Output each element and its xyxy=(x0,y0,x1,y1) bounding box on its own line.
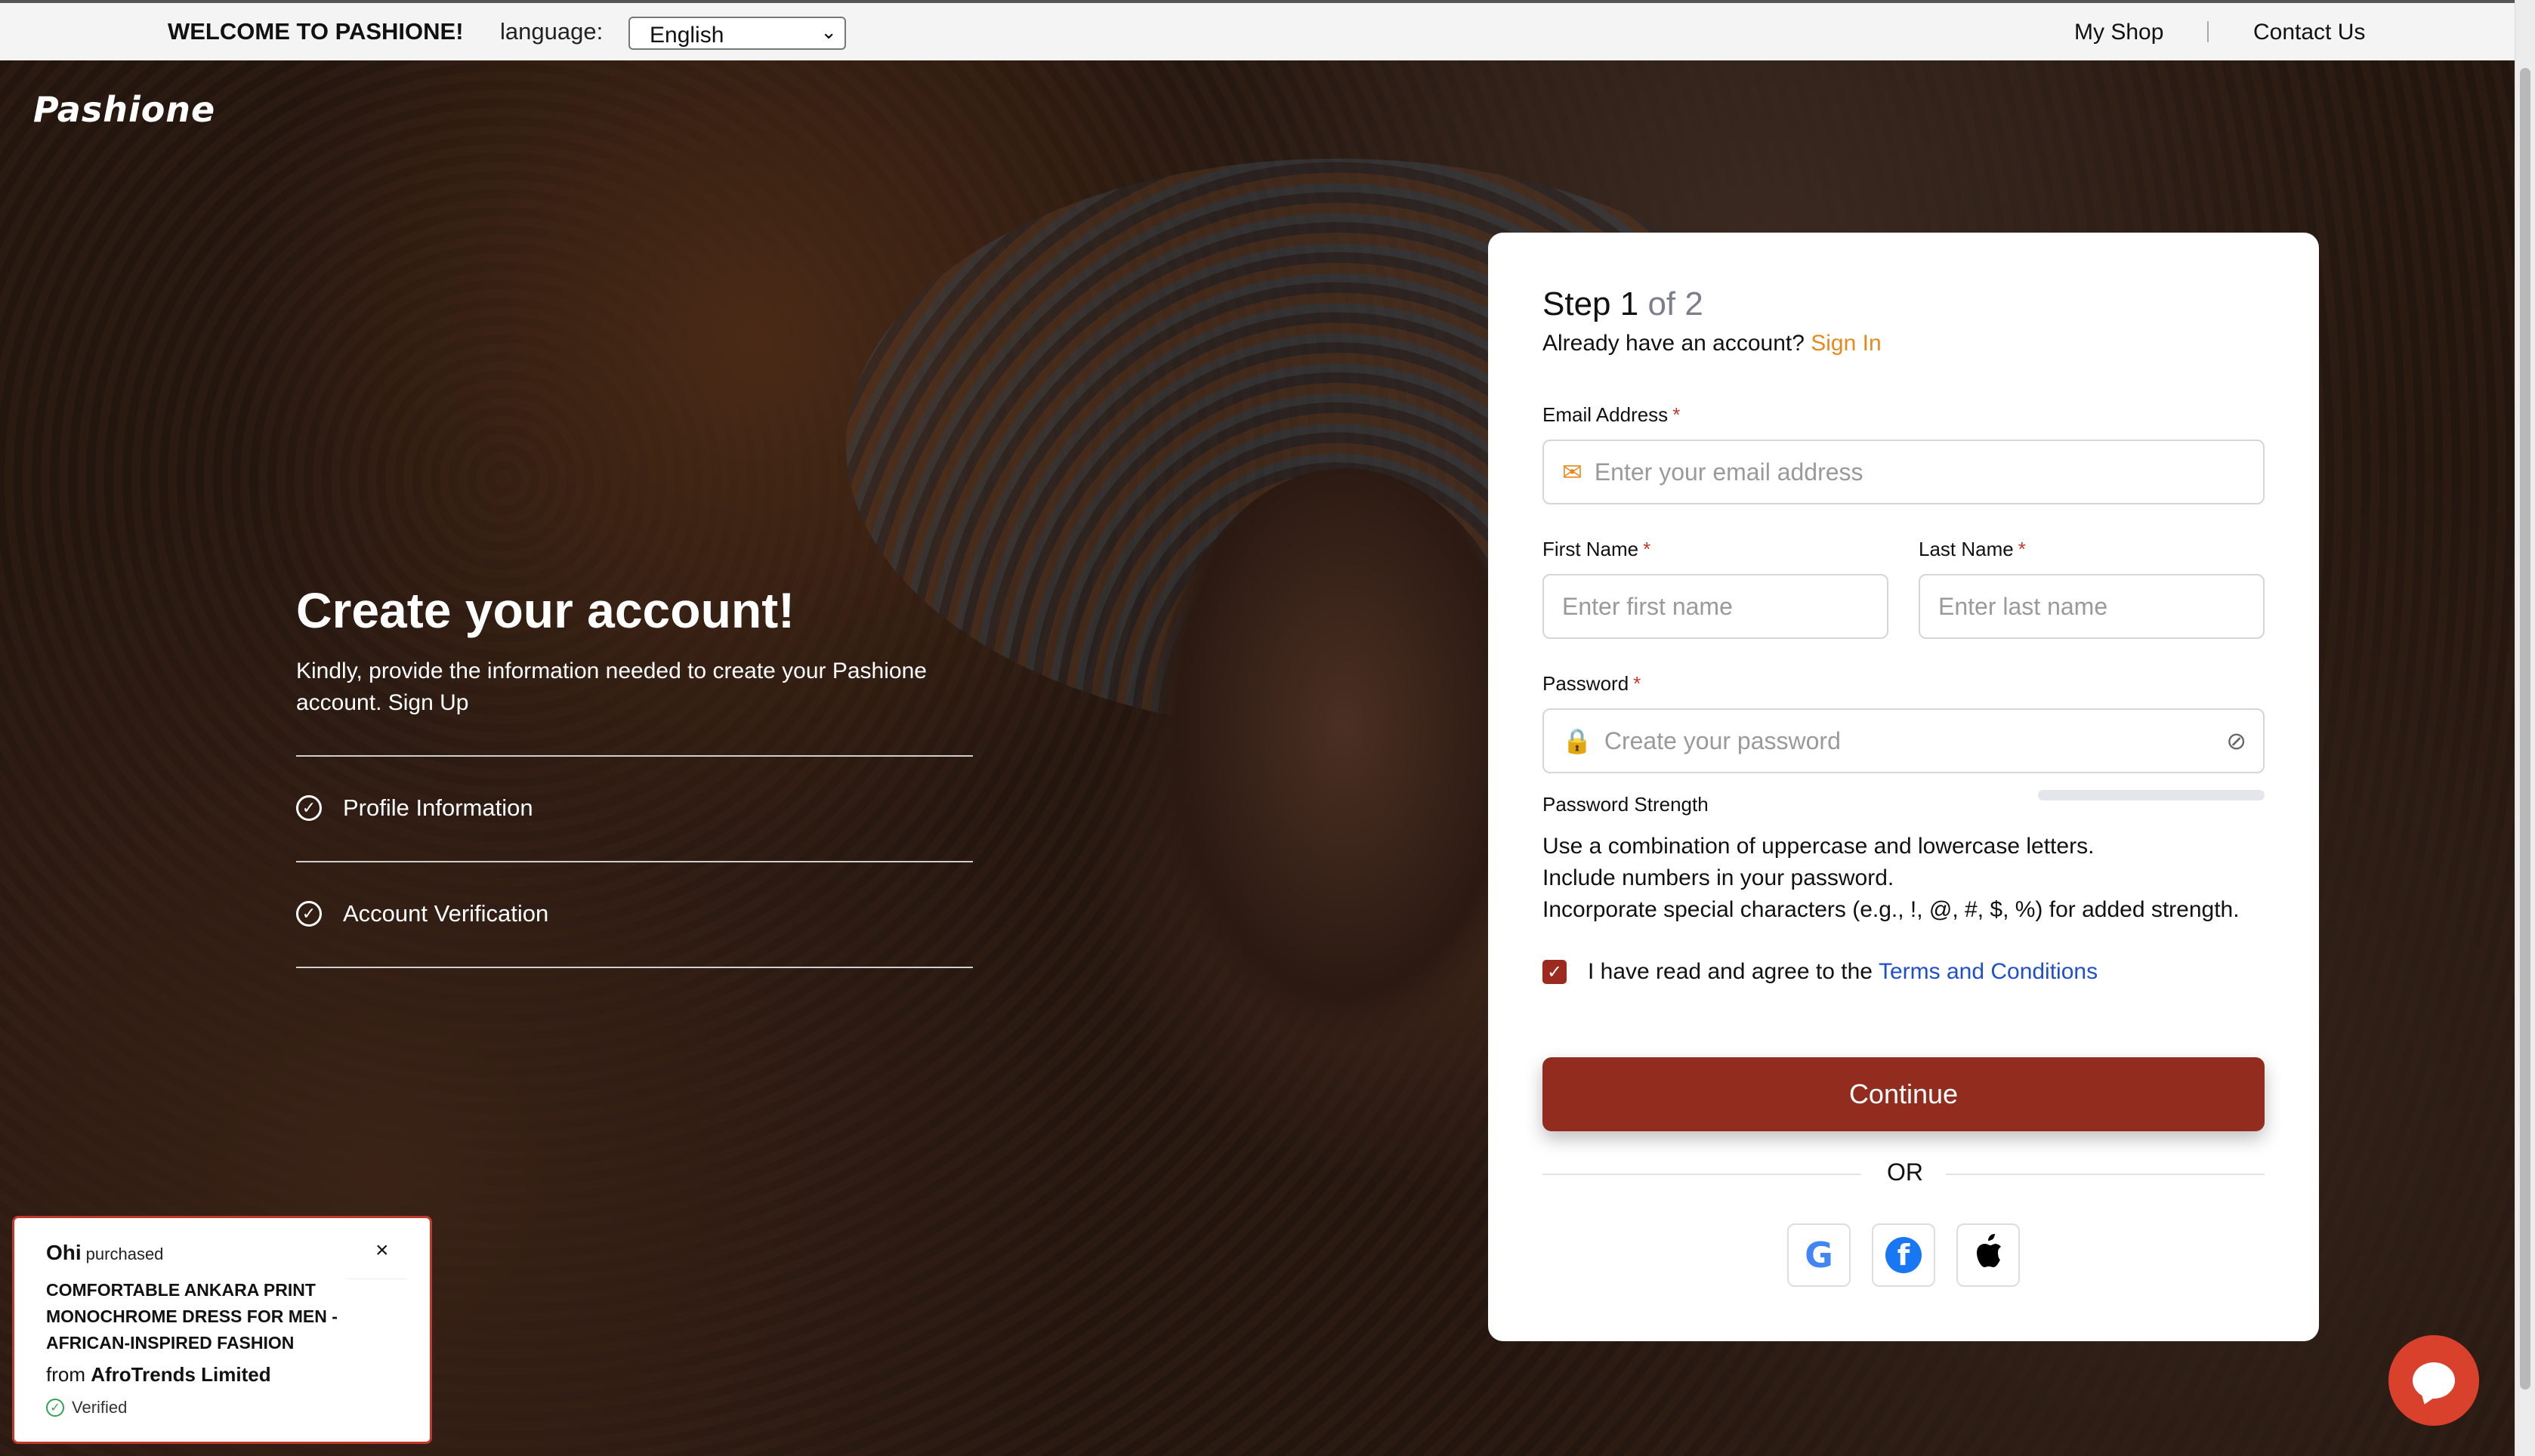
step-divider xyxy=(296,755,973,757)
terms-checkbox[interactable]: ✓ xyxy=(1542,960,1567,984)
buyer-name: Ohi xyxy=(46,1241,82,1264)
or-text: OR xyxy=(1887,1158,1923,1186)
step-total: of 2 xyxy=(1647,285,1703,322)
email-label: Email Address * xyxy=(1542,403,1680,427)
buyer-line: Ohi purchased xyxy=(46,1241,163,1265)
password-label: Password * xyxy=(1542,672,1641,696)
last-name-label-text: Last Name xyxy=(1919,538,2014,560)
page-scrollbar[interactable] xyxy=(2515,0,2535,1456)
sign-in-link[interactable]: Sign In xyxy=(1811,331,1881,356)
first-name-label: First Name * xyxy=(1542,538,1650,561)
google-icon: G xyxy=(1805,1235,1833,1276)
step-profile-information: ✓ Profile Information xyxy=(296,794,533,822)
product-name[interactable]: COMFORTABLE ANKARA PRINT MONOCHROME DRES… xyxy=(46,1277,394,1356)
password-strength-bar xyxy=(2038,790,2265,800)
top-bar: WELCOME TO PASHIONE! language: English ⌄… xyxy=(0,0,2515,60)
eye-off-icon[interactable]: ⊘ xyxy=(2226,726,2246,755)
pashione-logo[interactable]: Pashione xyxy=(33,89,215,130)
have-account-label: Already have an account? xyxy=(1542,331,1805,356)
email-placeholder: Enter your email address xyxy=(1594,458,1863,486)
have-account-text: Already have an account? Sign In xyxy=(1542,331,1882,356)
signup-card: Step 1 of 2 Already have an account? Sig… xyxy=(1488,233,2319,1341)
page-title: Create your account! xyxy=(296,582,795,638)
purchase-notification: Ohi purchased × COMFORTABLE ANKARA PRINT … xyxy=(12,1216,432,1444)
lock-icon: 🔒 xyxy=(1562,727,1592,754)
terms-agreement: ✓ I have read and agree to the Terms and… xyxy=(1542,959,2098,985)
password-field[interactable]: 🔒 Create your password ⊘ xyxy=(1542,708,2265,773)
password-placeholder: Create your password xyxy=(1604,726,1841,754)
last-name-label: Last Name * xyxy=(1919,538,2026,561)
step-divider xyxy=(296,967,973,968)
first-name-label-text: First Name xyxy=(1542,538,1639,560)
language-selected-value: English xyxy=(650,23,724,48)
password-tip: Include numbers in your password. xyxy=(1542,865,1894,890)
or-divider-right xyxy=(1946,1174,2265,1175)
nav-divider xyxy=(2207,21,2209,42)
step-label: Profile Information xyxy=(343,794,533,821)
apple-icon xyxy=(1973,1233,2003,1277)
page-subtitle: Kindly, provide the information needed t… xyxy=(296,659,927,715)
step-current: Step 1 xyxy=(1542,285,1639,322)
last-name-field[interactable]: Enter last name xyxy=(1919,574,2265,639)
required-marker: * xyxy=(1643,538,1651,560)
or-divider-left xyxy=(1542,1174,1861,1175)
verified-label: Verified xyxy=(72,1398,128,1417)
nav-contact-us[interactable]: Contact Us xyxy=(2253,20,2365,45)
agree-text: I have read and agree to the xyxy=(1588,959,1873,984)
first-name-field[interactable]: Enter first name xyxy=(1542,574,1888,639)
check-circle-icon: ✓ xyxy=(296,795,322,821)
required-marker: * xyxy=(1633,672,1641,695)
verified-badge: ✓ Verified xyxy=(46,1398,127,1417)
seller-name: AfroTrends Limited xyxy=(91,1363,271,1386)
envelope-icon: ✉ xyxy=(1562,458,1582,486)
email-field[interactable]: ✉ Enter your email address xyxy=(1542,440,2265,504)
chat-bubble-icon xyxy=(2413,1362,2455,1399)
check-circle-icon: ✓ xyxy=(296,901,322,927)
required-marker: * xyxy=(1672,403,1681,426)
language-select[interactable]: English ⌄ xyxy=(628,17,846,50)
welcome-text: WELCOME TO PASHIONE! xyxy=(168,18,464,45)
seller-line: from AfroTrends Limited xyxy=(46,1363,271,1387)
purchase-action: purchased xyxy=(85,1245,164,1263)
email-label-text: Email Address xyxy=(1542,403,1669,426)
step-indicator: Step 1 of 2 xyxy=(1542,285,1703,323)
hero-portrait xyxy=(1148,468,1541,1042)
required-marker: * xyxy=(2018,538,2026,560)
facebook-signin-button[interactable]: f xyxy=(1872,1223,1935,1287)
first-name-placeholder: Enter first name xyxy=(1562,592,1733,620)
last-name-placeholder: Enter last name xyxy=(1938,592,2108,620)
continue-button[interactable]: Continue xyxy=(1542,1057,2265,1131)
check-circle-icon: ✓ xyxy=(46,1399,64,1417)
close-icon[interactable]: × xyxy=(375,1238,389,1263)
apple-signin-button[interactable] xyxy=(1956,1223,2020,1287)
step-account-verification: ✓ Account Verification xyxy=(296,900,548,927)
password-label-text: Password xyxy=(1542,672,1629,695)
password-tip: Use a combination of uppercase and lower… xyxy=(1542,834,2095,859)
google-signin-button[interactable]: G xyxy=(1787,1223,1851,1287)
chevron-down-icon: ⌄ xyxy=(820,20,837,43)
password-tip: Incorporate special characters (e.g., !,… xyxy=(1542,897,2240,922)
password-tips: Use a combination of uppercase and lower… xyxy=(1542,831,2240,926)
from-prefix: from xyxy=(46,1363,85,1386)
step-divider xyxy=(296,861,973,862)
language-label: language: xyxy=(500,18,604,45)
terms-link[interactable]: Terms and Conditions xyxy=(1879,959,2098,985)
chat-button[interactable] xyxy=(2388,1335,2479,1426)
nav-my-shop[interactable]: My Shop xyxy=(2074,20,2163,45)
facebook-icon: f xyxy=(1885,1237,1922,1273)
step-label: Account Verification xyxy=(343,900,549,927)
password-strength-label: Password Strength xyxy=(1542,793,1709,816)
scrollbar-thumb[interactable] xyxy=(2520,68,2530,1390)
